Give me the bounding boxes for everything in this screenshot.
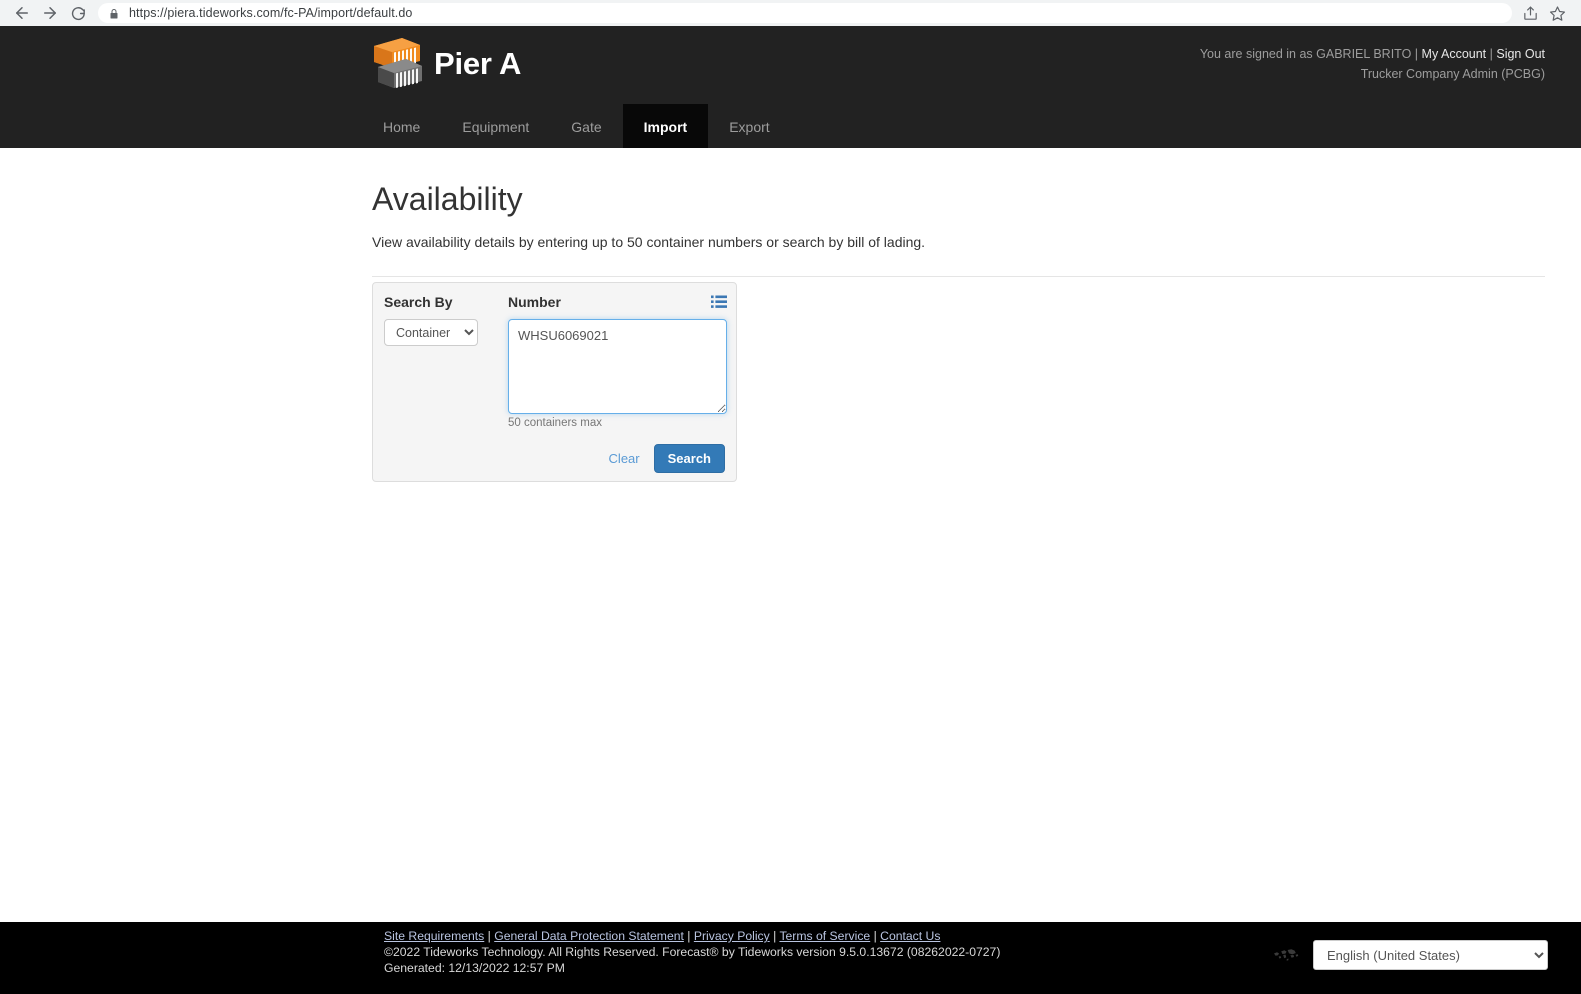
- nav-item-home[interactable]: Home: [362, 104, 441, 150]
- footer-text-block: Site Requirements | General Data Protect…: [384, 928, 1000, 976]
- url-text: https://piera.tideworks.com/fc-PA/import…: [129, 6, 413, 20]
- footer-link-privacy-policy[interactable]: Privacy Policy: [694, 929, 770, 943]
- search-by-select-wrapper: Container: [384, 319, 478, 346]
- world-map-icon: [1273, 947, 1299, 964]
- availability-search-panel: Search By Number Container WHSU6069021 5…: [372, 282, 737, 482]
- footer-link-gdpr-statement[interactable]: General Data Protection Statement: [494, 929, 684, 943]
- search-by-label: Search By: [384, 294, 453, 310]
- lock-icon: [108, 7, 120, 19]
- user-role: Trucker Company Admin (PCBG): [1360, 67, 1545, 81]
- footer-link-site-requirements[interactable]: Site Requirements: [384, 929, 484, 943]
- footer-links: Site Requirements | General Data Protect…: [384, 928, 1000, 944]
- footer-copyright: ©2022 Tideworks Technology. All Rights R…: [384, 945, 1001, 959]
- brand-name: Pier A: [434, 45, 522, 81]
- footer-link-contact-us[interactable]: Contact Us: [880, 929, 940, 943]
- footer-sep-4: |: [870, 929, 881, 943]
- address-bar[interactable]: https://piera.tideworks.com/fc-PA/import…: [98, 3, 1512, 23]
- brand-logo-link[interactable]: Pier A: [372, 37, 521, 89]
- footer-sep-2: |: [683, 929, 694, 943]
- site-footer: Site Requirements | General Data Protect…: [0, 922, 1581, 994]
- reload-icon[interactable]: [64, 0, 92, 26]
- forward-icon[interactable]: [36, 0, 64, 26]
- list-icon[interactable]: [711, 295, 727, 309]
- footer-sep-1: |: [484, 929, 495, 943]
- sep-1: |: [1411, 47, 1422, 61]
- footer-sep-3: |: [769, 929, 780, 943]
- container-numbers-input[interactable]: WHSU6069021: [508, 319, 727, 414]
- my-account-link[interactable]: My Account: [1422, 47, 1487, 61]
- footer-link-terms-of-service[interactable]: Terms of Service: [779, 929, 870, 943]
- page-content: Availability View availability details b…: [0, 148, 1581, 922]
- page-title: Availability: [372, 181, 523, 217]
- back-icon[interactable]: [8, 0, 36, 26]
- containers-max-helper-text: 50 containers max: [508, 417, 602, 429]
- numbers-input-wrapper: WHSU6069021: [508, 319, 727, 419]
- signed-in-text: You are signed in as GABRIEL BRITO: [1199, 47, 1412, 61]
- browser-actions: [1518, 1, 1573, 25]
- content-divider: [372, 276, 1545, 277]
- page-subtitle: View availability details by entering up…: [372, 234, 926, 250]
- footer-generated-timestamp: Generated: 12/13/2022 12:57 PM: [384, 961, 565, 975]
- language-select[interactable]: English (United States): [1313, 940, 1548, 970]
- search-button[interactable]: Search: [653, 444, 725, 473]
- sign-out-link[interactable]: Sign Out: [1496, 47, 1545, 61]
- nav-item-equipment[interactable]: Equipment: [441, 104, 550, 150]
- clear-button[interactable]: Clear: [607, 447, 642, 470]
- signed-in-line: You are signed in as GABRIEL BRITO | My …: [1200, 44, 1545, 64]
- nav-item-gate[interactable]: Gate: [550, 104, 622, 150]
- sep-2: |: [1486, 47, 1497, 61]
- site-header: Pier A You are signed in as GABRIEL BRIT…: [0, 26, 1581, 150]
- number-label: Number: [508, 294, 561, 310]
- panel-actions: Clear Search: [607, 444, 725, 473]
- nav-item-export[interactable]: Export: [708, 104, 790, 150]
- user-session-info: You are signed in as GABRIEL BRITO | My …: [1200, 44, 1545, 84]
- browser-toolbar: https://piera.tideworks.com/fc-PA/import…: [0, 0, 1581, 26]
- share-icon[interactable]: [1518, 1, 1542, 25]
- search-by-select[interactable]: Container: [384, 319, 478, 346]
- pier-a-container-logo-icon: [372, 37, 422, 89]
- nav-item-import[interactable]: Import: [622, 104, 709, 150]
- bookmark-star-icon[interactable]: [1545, 1, 1569, 25]
- main-navigation: Home Equipment Gate Import Export: [362, 104, 791, 150]
- language-selector-area: English (United States): [1273, 940, 1548, 970]
